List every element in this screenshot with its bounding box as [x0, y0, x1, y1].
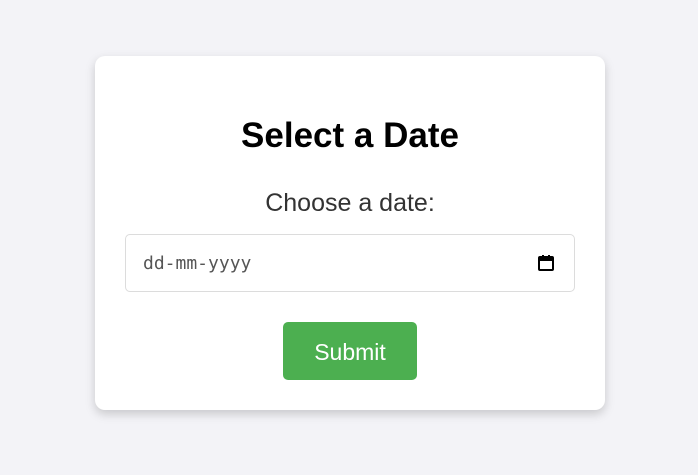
calendar-icon[interactable]	[537, 254, 555, 272]
submit-button[interactable]: Submit	[283, 322, 417, 380]
date-input[interactable]: dd-mm-yyyy	[125, 234, 575, 292]
date-form-card: Select a Date Choose a date: dd-mm-yyyy …	[95, 56, 605, 410]
date-placeholder: dd-mm-yyyy	[143, 253, 252, 274]
date-label: Choose a date:	[265, 189, 435, 217]
page-title: Select a Date	[241, 116, 459, 155]
